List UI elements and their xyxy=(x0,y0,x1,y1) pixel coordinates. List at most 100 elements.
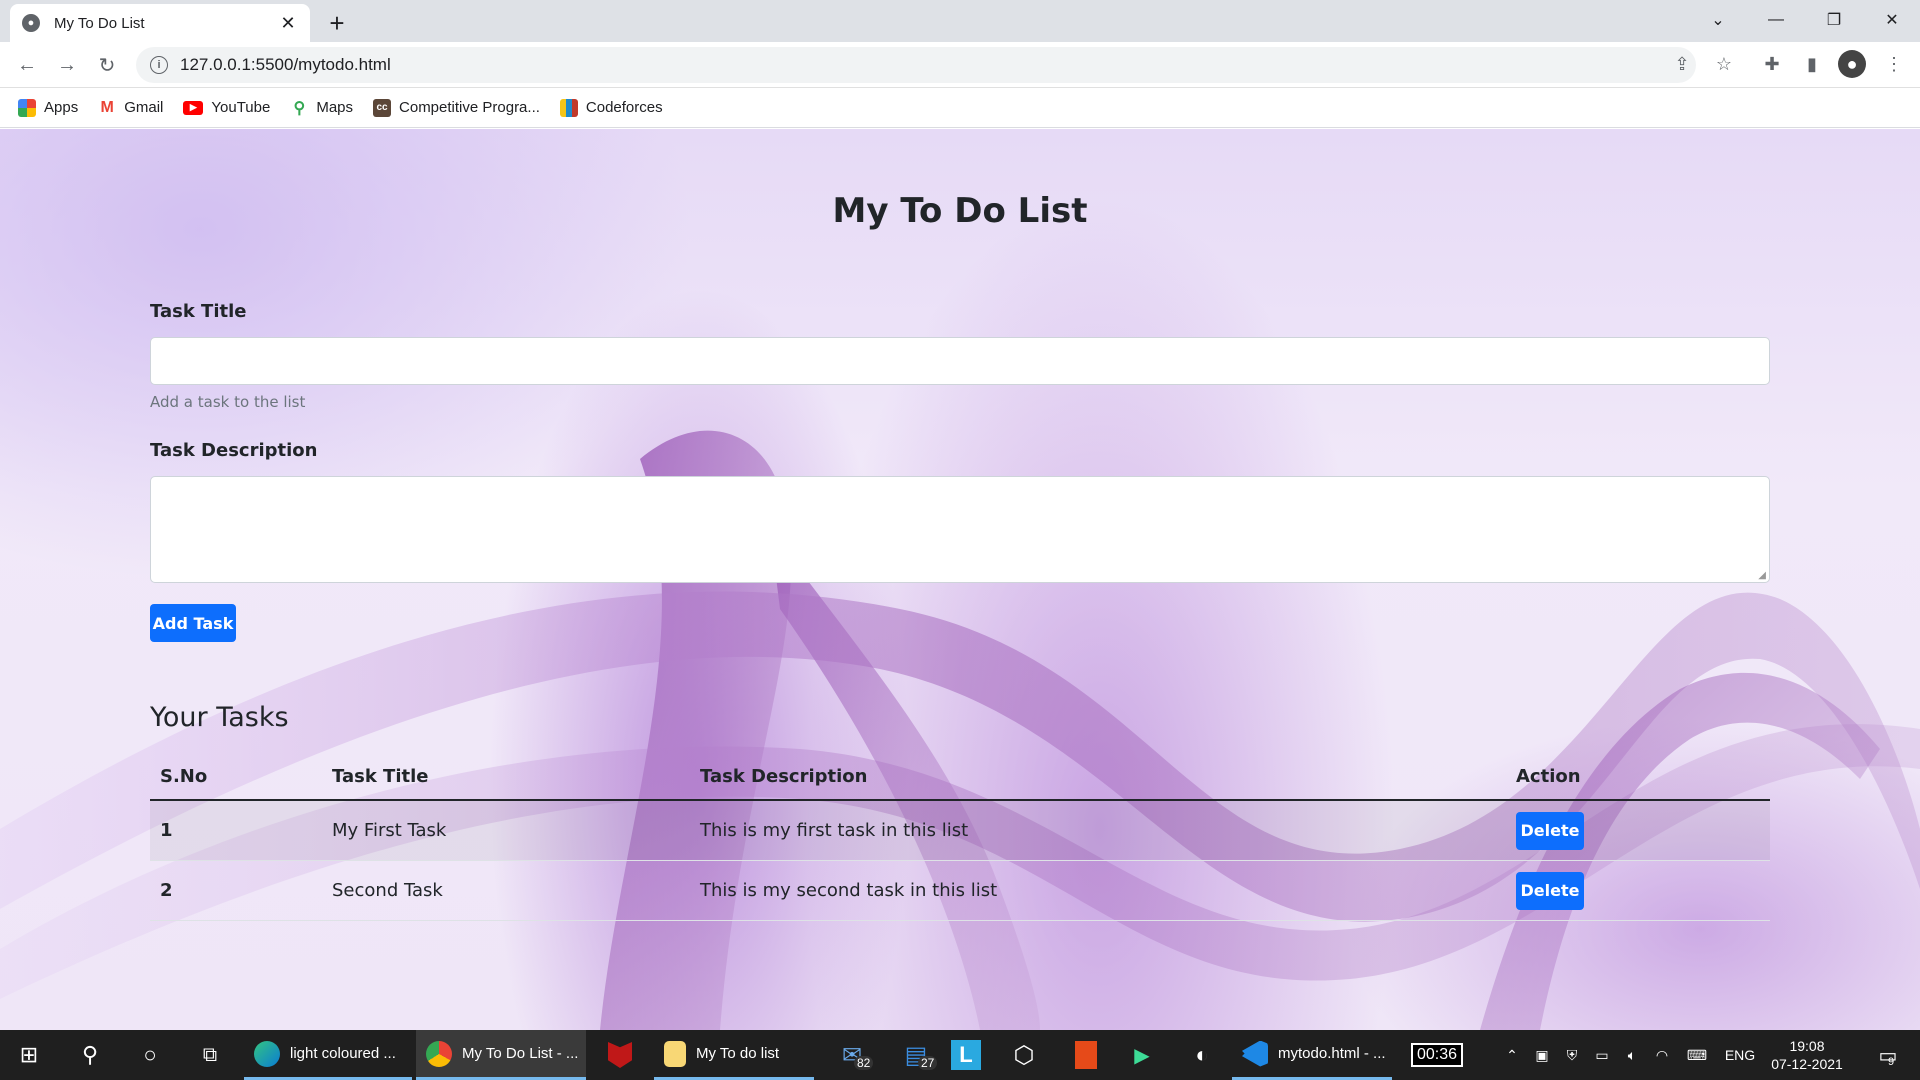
delete-button[interactable]: Delete xyxy=(1516,811,1584,850)
tab-title: My To Do List xyxy=(54,14,145,32)
notifications-icon[interactable]: ▭ 9 xyxy=(1866,1030,1910,1080)
header-task-description: Task Description xyxy=(700,765,868,787)
taskbar-app-edge[interactable]: light coloured ... xyxy=(244,1030,412,1080)
battery-icon[interactable]: ▭ xyxy=(1588,1030,1616,1080)
bookmark-youtube[interactable]: ▶ YouTube xyxy=(183,99,270,116)
taskbar-app-label: mytodo.html - ... xyxy=(1278,1045,1386,1062)
clock-time: 19:08 xyxy=(1789,1038,1825,1054)
defender-icon[interactable]: ⛨ xyxy=(1558,1030,1586,1080)
new-tab-button[interactable]: + xyxy=(320,6,354,40)
notifications-badge: 9 xyxy=(1888,1056,1895,1068)
row-action-cell: Delete xyxy=(1516,801,1584,860)
row-description: This is my second task in this list xyxy=(700,880,998,901)
search-icon[interactable]: ⚲ xyxy=(62,1030,118,1080)
header-task-title: Task Title xyxy=(332,765,429,787)
site-info-icon[interactable]: i xyxy=(150,56,168,74)
taskbar-app-file-explorer[interactable]: My To do list xyxy=(654,1030,814,1080)
bookmark-competitive-programming[interactable]: cc Competitive Progra... xyxy=(373,98,540,117)
eclipse-icon[interactable]: ◐ xyxy=(1174,1030,1230,1080)
clock[interactable]: 19:08 07-12-2021 xyxy=(1764,1030,1850,1080)
menu-kebab-icon[interactable]: ⋮ xyxy=(1880,50,1908,78)
browser-toolbar: ← → ↻ i 127.0.0.1:5500/mytodo.html ⇪ ☆ ✚… xyxy=(0,42,1920,88)
profile-avatar-icon[interactable]: ● xyxy=(1838,50,1866,78)
page-viewport: My To Do List Task Title Add a task to t… xyxy=(0,129,1920,1030)
task-view-icon[interactable]: ⧉ xyxy=(182,1030,238,1080)
tab-close-icon[interactable]: ✕ xyxy=(278,13,298,34)
table-row: 2 Second Task This is my second task in … xyxy=(150,861,1770,921)
task-title-input[interactable] xyxy=(150,337,1770,385)
page-title: My To Do List xyxy=(832,191,1088,231)
mail-icon[interactable]: ✉ 82 xyxy=(824,1030,880,1080)
taskbar-app-label: My To Do List - ... xyxy=(462,1045,579,1062)
mail-badge: 82 xyxy=(854,1056,874,1070)
resize-handle-icon[interactable]: ◢ xyxy=(1758,570,1766,581)
window-close-icon[interactable]: ✕ xyxy=(1864,0,1920,40)
task-description-label: Task Description xyxy=(150,440,318,461)
l-app-icon[interactable]: L xyxy=(946,1030,986,1080)
taskbar-app-vscode[interactable]: mytodo.html - ... xyxy=(1232,1030,1392,1080)
bookmark-maps[interactable]: ⚲ Maps xyxy=(290,99,353,117)
browser-tab-bar: ● My To Do List ✕ + ⌄ — ❐ ✕ xyxy=(0,0,1920,42)
your-tasks-heading: Your Tasks xyxy=(150,702,289,733)
webcam-icon[interactable]: ▣ xyxy=(1528,1030,1556,1080)
bookmark-label: Competitive Progra... xyxy=(399,99,540,116)
maps-icon: ⚲ xyxy=(293,99,306,117)
row-title: My First Task xyxy=(332,820,447,841)
bookmark-label: Maps xyxy=(316,99,354,116)
reload-icon[interactable]: ↻ xyxy=(92,50,122,80)
codeforces-icon xyxy=(559,98,578,117)
virtualbox-icon[interactable]: ⬡ xyxy=(996,1030,1052,1080)
bookmark-codeforces[interactable]: Codeforces xyxy=(559,98,663,117)
row-action-cell: Delete xyxy=(1516,861,1584,920)
office-icon[interactable] xyxy=(1058,1030,1114,1080)
bookmark-label: Apps xyxy=(44,99,79,116)
tray-overflow-icon[interactable]: ⌃ xyxy=(1498,1030,1526,1080)
row-sno: 2 xyxy=(160,880,173,901)
back-icon[interactable]: ← xyxy=(12,50,42,80)
table-row: 1 My First Task This is my first task in… xyxy=(150,801,1770,861)
volume-icon[interactable]: 🔈︎ xyxy=(1618,1030,1646,1080)
vscode-icon xyxy=(1242,1040,1268,1067)
task-title-help-text: Add a task to the list xyxy=(150,393,306,411)
add-task-button[interactable]: Add Task xyxy=(150,604,236,642)
bookmark-apps[interactable]: Apps xyxy=(18,98,79,117)
header-sno: S.No xyxy=(160,765,208,787)
address-bar[interactable]: i 127.0.0.1:5500/mytodo.html xyxy=(136,47,1696,83)
bookmark-star-icon[interactable]: ☆ xyxy=(1710,50,1738,78)
row-description: This is my first task in this list xyxy=(700,820,969,841)
minimize-icon[interactable]: — xyxy=(1748,0,1804,40)
timer-widget[interactable]: 00:36 xyxy=(1406,1030,1468,1080)
pycharm-icon[interactable]: ▶ xyxy=(1114,1030,1170,1080)
side-panel-icon[interactable]: ▮ xyxy=(1798,50,1826,78)
taskbar-app-label: light coloured ... xyxy=(290,1045,396,1062)
task-description-textarea[interactable]: ◢ xyxy=(150,476,1770,583)
row-sno: 1 xyxy=(160,820,173,841)
folder-icon xyxy=(664,1040,686,1067)
keyboard-icon[interactable]: ⌨ xyxy=(1680,1030,1714,1080)
globe-icon: ● xyxy=(22,14,40,32)
windows-start-icon[interactable]: ⊞ xyxy=(0,1030,58,1080)
row-title: Second Task xyxy=(332,880,443,901)
tab-search-icon[interactable]: ⌄ xyxy=(1690,0,1746,40)
timer-text: 00:36 xyxy=(1410,1043,1464,1067)
delete-button[interactable]: Delete xyxy=(1516,871,1584,910)
bookmark-label: YouTube xyxy=(211,99,271,116)
taskbar-app-chrome[interactable]: My To Do List - ... xyxy=(416,1030,586,1080)
cortana-icon[interactable]: ○ xyxy=(122,1030,178,1080)
header-action: Action xyxy=(1516,765,1581,787)
calendar-icon[interactable]: ▤ 27 xyxy=(888,1030,944,1080)
mcafee-icon[interactable] xyxy=(592,1030,648,1080)
browser-tab[interactable]: ● My To Do List ✕ xyxy=(10,4,310,42)
windows-taskbar: ⊞ ⚲ ○ ⧉ light coloured ... My To Do List… xyxy=(0,1030,1920,1080)
taskbar-app-label: My To do list xyxy=(696,1045,780,1062)
language-indicator[interactable]: ENG xyxy=(1718,1030,1762,1080)
gmail-icon: M xyxy=(100,98,114,116)
forward-icon[interactable]: → xyxy=(52,50,82,80)
apps-grid-icon xyxy=(18,98,36,117)
tasks-table: S.No Task Title Task Description Action … xyxy=(150,753,1770,921)
extensions-icon[interactable]: ✚ xyxy=(1758,50,1786,78)
bookmark-gmail[interactable]: M Gmail xyxy=(98,98,164,117)
wifi-icon[interactable]: ◠ xyxy=(1648,1030,1676,1080)
share-icon[interactable]: ⇪ xyxy=(1668,50,1696,78)
restore-icon[interactable]: ❐ xyxy=(1806,0,1862,40)
